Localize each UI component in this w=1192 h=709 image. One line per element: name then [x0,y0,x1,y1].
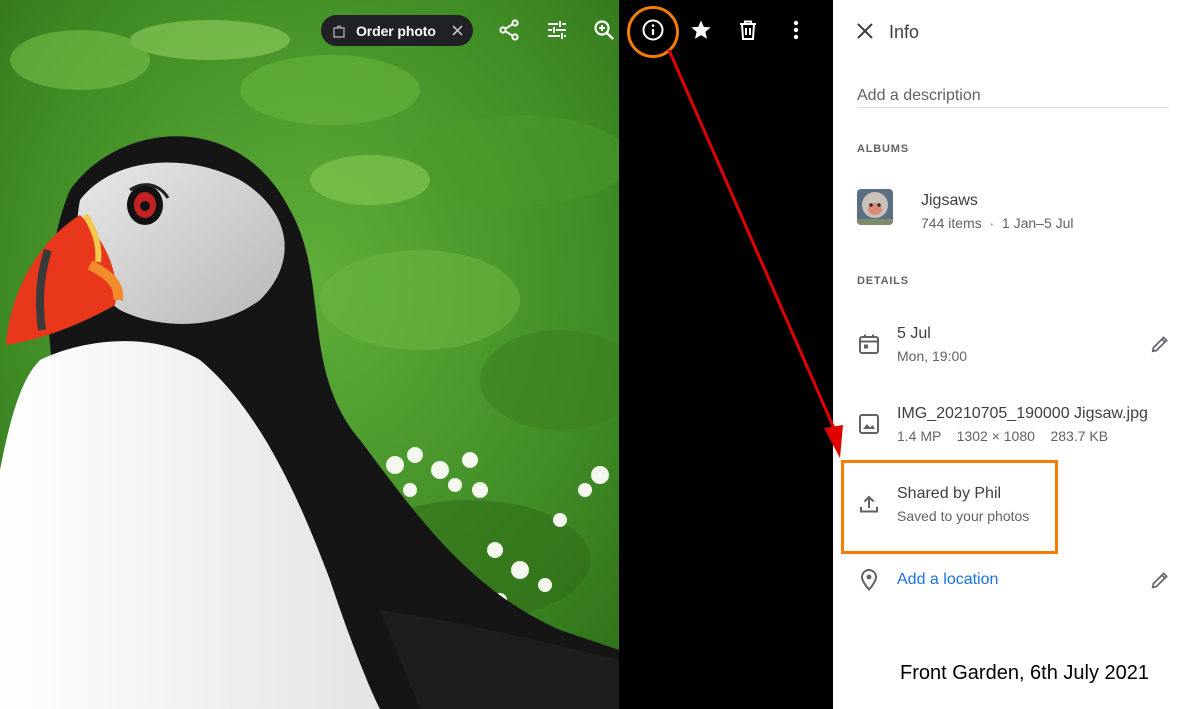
star-icon [691,20,711,39]
edit-adjust-icon [548,21,566,39]
shared-detail: Shared by Phil Saved to your photos [833,484,1192,536]
pencil-icon[interactable] [1149,569,1171,591]
album-item[interactable]: Jigsaws 744 items · 1 Jan–5 Jul [857,189,1177,237]
file-name: IMG_20210705_190000 Jigsaw.jpg [897,405,1148,422]
album-thumbnail [857,189,893,225]
pencil-icon[interactable] [1149,333,1171,355]
file-detail: IMG_20210705_190000 Jigsaw.jpg 1.4 MP 13… [833,404,1192,456]
zoom-button[interactable] [588,14,620,46]
shared-status: Saved to your photos [897,508,1030,524]
puffin-photo [0,0,619,709]
add-location-link[interactable]: Add a location [897,571,998,589]
share-icon [499,19,519,41]
order-photo-label: Order photo [356,22,436,39]
albums-heading: ALBUMS [857,143,909,155]
favourite-button[interactable] [685,14,717,46]
info-button[interactable] [637,14,669,46]
calendar-icon [859,334,879,354]
location-pin-icon [860,569,878,591]
info-icon [642,19,664,41]
date-detail: 5 Jul Mon, 19:00 [833,324,1192,376]
order-photo-chip[interactable]: Order photo [321,15,473,46]
description-input[interactable] [857,84,1169,108]
photo-viewer: Order photo [0,0,833,709]
panel-title: Info [889,22,920,42]
file-meta: 1.4 MP 1302 × 1080 283.7 KB [897,428,1109,444]
delete-icon [740,20,756,40]
location-detail: Add a location [833,568,1192,620]
shared-by: Shared by Phil [897,485,1002,502]
viewer-toolbar: Order photo [0,0,833,62]
photo-caption: Front Garden, 6th July 2021 [900,662,1150,684]
delete-button[interactable] [732,14,764,46]
more-vert-icon [793,20,799,40]
more-options-button[interactable] [780,14,812,46]
info-panel: Info ALBUMS Jigsaws 744 items · 1 Jan–5 … [833,0,1192,709]
zoom-in-icon [594,20,614,40]
share-button[interactable] [493,14,525,46]
image-icon [859,414,879,434]
date-main: 5 Jul [897,325,931,342]
shopping-bag-icon [333,24,345,38]
date-sub: Mon, 19:00 [897,348,968,364]
close-icon[interactable] [450,23,465,38]
upload-icon [860,495,878,513]
album-meta: 744 items · 1 Jan–5 Jul [921,215,1074,231]
close-icon[interactable] [853,19,877,43]
details-heading: DETAILS [857,275,909,287]
album-name: Jigsaws [921,192,978,209]
edit-button[interactable] [541,14,573,46]
